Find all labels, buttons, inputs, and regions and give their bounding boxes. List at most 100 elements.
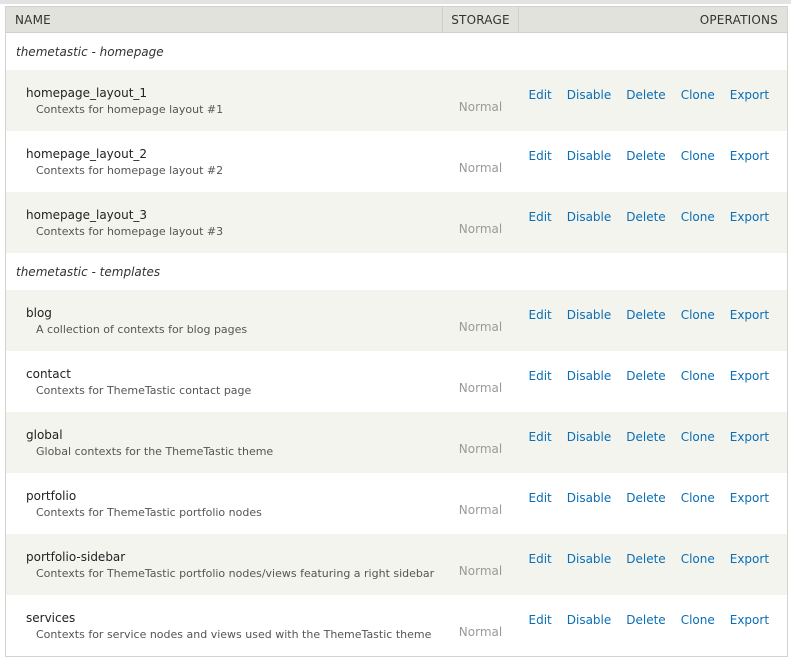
context-description: Contexts for service nodes and views use… (36, 627, 432, 641)
group-row: themetastic - templates (5, 253, 788, 290)
context-description: Global contexts for the ThemeTastic them… (36, 444, 274, 458)
context-name-cell: homepage_layout_1 Contexts for homepage l… (5, 70, 443, 131)
table-row: contact Contexts for ThemeTastic contact … (5, 351, 788, 412)
group-title: themetastic - templates (5, 253, 788, 290)
storage-status: Normal (442, 473, 519, 534)
storage-status: Normal (442, 412, 519, 473)
delete-link[interactable]: Delete (626, 491, 665, 505)
clone-link[interactable]: Clone (681, 88, 715, 102)
export-link[interactable]: Export (730, 552, 769, 566)
context-name: portfolio (26, 488, 77, 503)
export-link[interactable]: Export (730, 613, 769, 627)
table-row: blog A collection of contexts for blog pa… (5, 290, 788, 351)
disable-link[interactable]: Disable (567, 430, 612, 444)
delete-link[interactable]: Delete (626, 88, 665, 102)
context-name-cell: portfolio Contexts for ThemeTastic portfo… (5, 473, 443, 534)
operations-cell: Edit Disable Delete Clone Export (518, 131, 788, 192)
storage-status: Normal (442, 192, 519, 253)
export-link[interactable]: Export (730, 491, 769, 505)
table-row: homepage_layout_2 Contexts for homepage l… (5, 131, 788, 192)
clone-link[interactable]: Clone (681, 149, 715, 163)
operations-cell: Edit Disable Delete Clone Export (518, 473, 788, 534)
context-description: Contexts for homepage layout #1 (36, 102, 224, 116)
clone-link[interactable]: Clone (681, 369, 715, 383)
edit-link[interactable]: Edit (529, 552, 552, 566)
context-name: blog (26, 305, 52, 320)
edit-link[interactable]: Edit (529, 149, 552, 163)
table-body: themetastic - homepage homepage_layout_1 C… (5, 32, 788, 657)
contexts-table: NAME STORAGE OPERATIONS themetastic - ho… (5, 6, 788, 657)
edit-link[interactable]: Edit (529, 613, 552, 627)
context-name: services (26, 610, 76, 625)
edit-link[interactable]: Edit (529, 210, 552, 224)
table-row: services Contexts for service nodes and v… (5, 595, 788, 657)
table-row: portfolio Contexts for ThemeTastic portfo… (5, 473, 788, 534)
operations-cell: Edit Disable Delete Clone Export (518, 70, 788, 131)
context-name: homepage_layout_1 (26, 85, 148, 100)
column-header-storage[interactable]: STORAGE (442, 6, 519, 33)
delete-link[interactable]: Delete (626, 210, 665, 224)
edit-link[interactable]: Edit (529, 430, 552, 444)
delete-link[interactable]: Delete (626, 430, 665, 444)
operations-cell: Edit Disable Delete Clone Export (518, 290, 788, 351)
context-name-cell: portfolio-sidebar Contexts for ThemeTasti… (5, 534, 443, 595)
operations-cell: Edit Disable Delete Clone Export (518, 534, 788, 595)
disable-link[interactable]: Disable (567, 369, 612, 383)
edit-link[interactable]: Edit (529, 308, 552, 322)
context-name-cell: homepage_layout_2 Contexts for homepage l… (5, 131, 443, 192)
context-description: Contexts for homepage layout #2 (36, 163, 224, 177)
context-name-cell: contact Contexts for ThemeTastic contact … (5, 351, 443, 412)
clone-link[interactable]: Clone (681, 308, 715, 322)
contexts-listing: NAME STORAGE OPERATIONS themetastic - ho… (0, 0, 791, 657)
table-row: portfolio-sidebar Contexts for ThemeTasti… (5, 534, 788, 595)
top-border (0, 0, 791, 4)
disable-link[interactable]: Disable (567, 149, 612, 163)
export-link[interactable]: Export (730, 149, 769, 163)
column-header-operations: OPERATIONS (518, 6, 788, 33)
delete-link[interactable]: Delete (626, 369, 665, 383)
disable-link[interactable]: Disable (567, 88, 612, 102)
clone-link[interactable]: Clone (681, 210, 715, 224)
column-header-name[interactable]: NAME (5, 6, 443, 33)
clone-link[interactable]: Clone (681, 491, 715, 505)
operations-cell: Edit Disable Delete Clone Export (518, 351, 788, 412)
export-link[interactable]: Export (730, 430, 769, 444)
context-description: Contexts for ThemeTastic portfolio nodes… (36, 566, 435, 580)
clone-link[interactable]: Clone (681, 430, 715, 444)
delete-link[interactable]: Delete (626, 613, 665, 627)
context-name: homepage_layout_3 (26, 207, 148, 222)
storage-status: Normal (442, 351, 519, 412)
operations-cell: Edit Disable Delete Clone Export (518, 192, 788, 253)
export-link[interactable]: Export (730, 308, 769, 322)
clone-link[interactable]: Clone (681, 613, 715, 627)
export-link[interactable]: Export (730, 210, 769, 224)
disable-link[interactable]: Disable (567, 613, 612, 627)
edit-link[interactable]: Edit (529, 88, 552, 102)
context-description: Contexts for homepage layout #3 (36, 224, 224, 238)
context-description: A collection of contexts for blog pages (36, 322, 248, 336)
delete-link[interactable]: Delete (626, 308, 665, 322)
storage-status: Normal (442, 534, 519, 595)
export-link[interactable]: Export (730, 88, 769, 102)
edit-link[interactable]: Edit (529, 369, 552, 383)
table-row: global Global contexts for the ThemeTasti… (5, 412, 788, 473)
delete-link[interactable]: Delete (626, 149, 665, 163)
storage-status: Normal (442, 290, 519, 351)
disable-link[interactable]: Disable (567, 308, 612, 322)
disable-link[interactable]: Disable (567, 491, 612, 505)
table-row: homepage_layout_3 Contexts for homepage l… (5, 192, 788, 253)
clone-link[interactable]: Clone (681, 552, 715, 566)
disable-link[interactable]: Disable (567, 210, 612, 224)
edit-link[interactable]: Edit (529, 491, 552, 505)
delete-link[interactable]: Delete (626, 552, 665, 566)
context-description: Contexts for ThemeTastic contact page (36, 383, 252, 397)
context-description: Contexts for ThemeTastic portfolio nodes (36, 505, 262, 519)
export-link[interactable]: Export (730, 369, 769, 383)
storage-status: Normal (442, 595, 519, 657)
table-header-row: NAME STORAGE OPERATIONS (5, 6, 788, 33)
disable-link[interactable]: Disable (567, 552, 612, 566)
context-name-cell: global Global contexts for the ThemeTasti… (5, 412, 443, 473)
context-name: global (26, 427, 63, 442)
storage-status: Normal (442, 131, 519, 192)
group-title: themetastic - homepage (5, 32, 788, 70)
